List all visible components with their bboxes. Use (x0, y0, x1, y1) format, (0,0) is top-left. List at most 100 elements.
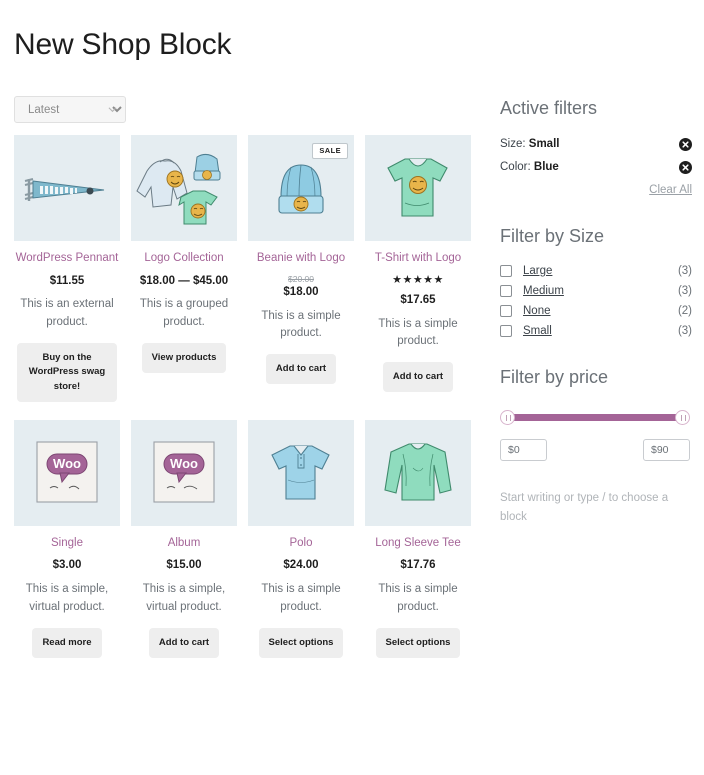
active-filter-row: Size: Small (500, 137, 692, 151)
product-price: $11.55 (14, 274, 120, 289)
product-grid-row-1: WordPress Pennant $11.55 This is an exte… (14, 135, 480, 402)
clear-all-link[interactable]: Clear All (500, 184, 692, 196)
active-filter-label: Color: (500, 161, 531, 174)
product-title[interactable]: Beanie with Logo (248, 251, 354, 267)
product-title[interactable]: Single (14, 536, 120, 552)
product-card[interactable]: Woo Album $15.00 This is a simple, virtu… (131, 419, 237, 659)
product-image-woo-single[interactable]: Woo (14, 419, 120, 526)
active-filter-row: Color: Blue (500, 160, 692, 174)
product-title[interactable]: T-Shirt with Logo (365, 251, 471, 267)
size-count: (3) (677, 265, 692, 278)
product-grid-row-2: Woo Single $3.00 This is a simple, virtu… (14, 419, 480, 659)
product-title[interactable]: WordPress Pennant (14, 251, 120, 267)
checkbox-large[interactable] (500, 265, 512, 278)
product-action-button[interactable]: Select options (258, 627, 344, 659)
product-action-button[interactable]: Add to cart (148, 627, 220, 659)
product-title[interactable]: Logo Collection (131, 251, 237, 267)
product-title[interactable]: Long Sleeve Tee (365, 536, 471, 552)
shop-page: New Shop Block Latest WordPress Pennant … (0, 0, 704, 775)
product-title[interactable]: Polo (248, 536, 354, 552)
size-label[interactable]: None (523, 305, 678, 317)
product-card[interactable]: Woo Single $3.00 This is a simple, virtu… (14, 419, 120, 659)
product-description: This is a simple product. (261, 309, 341, 340)
product-image-pennant[interactable] (14, 135, 120, 241)
filters-column: Active filters Size: Small Color: Blue C… (500, 98, 692, 528)
price-max-input[interactable] (643, 438, 690, 461)
product-description: This is a simple product. (261, 583, 341, 614)
size-label[interactable]: Medium (523, 285, 678, 297)
product-price-value: $17.76 (400, 559, 436, 572)
product-image-long-sleeve[interactable] (365, 419, 471, 526)
product-description: This is a simple, virtual product. (25, 583, 109, 614)
shop-column: Latest WordPress Pennant $11.55 This is … (14, 96, 480, 659)
sale-badge: SALE (312, 143, 348, 159)
active-filter-text: Color: Blue (500, 161, 559, 173)
active-filter-value: Small (528, 138, 560, 151)
product-description: This is an external product. (20, 298, 114, 329)
size-filter-item[interactable]: Large (3) (500, 265, 692, 278)
product-card[interactable]: WordPress Pennant $11.55 This is an exte… (14, 135, 120, 402)
product-action-button[interactable]: Read more (32, 627, 102, 659)
product-description: This is a simple product. (378, 317, 458, 348)
product-old-price: $20.00 (288, 273, 314, 284)
close-circle-icon[interactable] (679, 137, 692, 151)
sort-control[interactable]: Latest (14, 96, 126, 123)
product-action-button[interactable]: Select options (375, 627, 461, 659)
product-action-button[interactable]: Add to cart (382, 362, 454, 393)
active-filter-value: Blue (533, 161, 559, 174)
size-count: (3) (677, 285, 692, 298)
product-action-button[interactable]: View products (141, 343, 227, 374)
active-filters-heading: Active filters (500, 98, 598, 118)
size-count: (2) (677, 305, 692, 318)
price-slider-max-handle[interactable] (675, 409, 690, 425)
product-rating: ★★★★★ (392, 273, 444, 286)
price-slider-min-handle[interactable] (500, 409, 515, 425)
size-filter-item[interactable]: Small (3) (500, 325, 692, 338)
size-filter-item[interactable]: None (2) (500, 305, 692, 318)
product-price: $20.00 $18.00 (248, 274, 354, 300)
price-range-slider[interactable] (500, 407, 690, 429)
product-price-value: $17.65 (400, 293, 436, 306)
active-filter-text: Size: Small (500, 138, 559, 150)
block-placeholder-hint[interactable]: Start writing or type / to choose a bloc… (500, 489, 675, 528)
product-image-beanie[interactable]: SALE (248, 135, 354, 241)
sort-select[interactable]: Latest (14, 96, 126, 123)
product-price: $15.00 (131, 558, 237, 573)
product-card[interactable]: Long Sleeve Tee $17.76 This is a simple … (365, 419, 471, 659)
price-min-input[interactable] (500, 438, 547, 461)
product-card[interactable]: SALE Beanie with Logo $20.00 $18.00 This… (248, 135, 354, 402)
active-filter-label: Size: (500, 138, 526, 151)
checkbox-small[interactable] (500, 325, 512, 338)
filter-by-size-heading: Filter by Size (500, 225, 605, 246)
product-price: $24.00 (248, 558, 354, 573)
page-title: New Shop Block (14, 28, 232, 62)
product-image-tshirt[interactable] (365, 135, 471, 241)
svg-text:Woo: Woo (53, 456, 81, 471)
product-image-woo-album[interactable]: Woo (131, 419, 237, 526)
product-price-value: $3.00 (52, 559, 82, 572)
product-price-value: $24.00 (283, 559, 319, 572)
size-label[interactable]: Large (523, 265, 678, 277)
price-slider-track[interactable] (506, 413, 684, 421)
product-card[interactable]: T-Shirt with Logo ★★★★★ $17.65 This is a… (365, 135, 471, 402)
size-filter-item[interactable]: Medium (3) (500, 285, 692, 298)
product-price-value: $18.00 (283, 285, 319, 298)
checkbox-medium[interactable] (500, 285, 512, 298)
product-action-button[interactable]: Add to cart (265, 354, 337, 385)
product-price-value: $15.00 (166, 559, 202, 572)
product-title[interactable]: Album (131, 536, 237, 552)
product-description: This is a grouped product. (139, 298, 229, 329)
product-description: This is a simple, virtual product. (142, 583, 226, 614)
product-action-button[interactable]: Buy on the WordPress swag store! (17, 343, 117, 402)
close-circle-icon[interactable] (679, 160, 692, 174)
product-price: $3.00 (14, 558, 120, 573)
product-image-polo[interactable] (248, 419, 354, 526)
product-card[interactable]: Polo $24.00 This is a simple product. Se… (248, 419, 354, 659)
checkbox-none[interactable] (500, 305, 512, 318)
size-label[interactable]: Small (523, 325, 678, 337)
filter-by-price-heading: Filter by price (500, 367, 609, 388)
product-card[interactable]: Logo Collection $18.00 — $45.00 This is … (131, 135, 237, 402)
product-image-logo-collection[interactable] (131, 135, 237, 241)
product-price: $18.00 — $45.00 (131, 274, 237, 289)
product-price-value: $11.55 (49, 274, 85, 287)
